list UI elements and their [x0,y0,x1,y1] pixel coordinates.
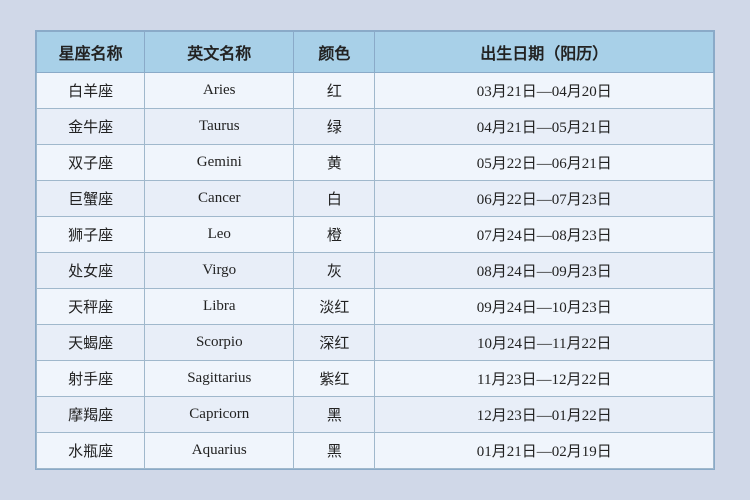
cell-en: Scorpio [145,325,294,361]
cell-zh: 摩羯座 [37,397,145,433]
cell-date: 10月24日—11月22日 [375,325,714,361]
header-color: 颜色 [294,32,375,73]
cell-date: 01月21日—02月19日 [375,433,714,469]
cell-zh: 射手座 [37,361,145,397]
cell-date: 11月23日—12月22日 [375,361,714,397]
cell-color: 白 [294,181,375,217]
cell-date: 09月24日—10月23日 [375,289,714,325]
header-zh: 星座名称 [37,32,145,73]
cell-color: 绿 [294,109,375,145]
cell-zh: 金牛座 [37,109,145,145]
table-row: 金牛座Taurus绿04月21日—05月21日 [37,109,714,145]
cell-color: 黑 [294,397,375,433]
cell-color: 紫红 [294,361,375,397]
cell-zh: 狮子座 [37,217,145,253]
zodiac-table: 星座名称 英文名称 颜色 出生日期（阳历） 白羊座Aries红03月21日—04… [36,31,714,469]
table-body: 白羊座Aries红03月21日—04月20日金牛座Taurus绿04月21日—0… [37,73,714,469]
table-row: 处女座Virgo灰08月24日—09月23日 [37,253,714,289]
cell-en: Libra [145,289,294,325]
cell-en: Aries [145,73,294,109]
table-row: 狮子座Leo橙07月24日—08月23日 [37,217,714,253]
cell-date: 08月24日—09月23日 [375,253,714,289]
cell-date: 05月22日—06月21日 [375,145,714,181]
cell-color: 橙 [294,217,375,253]
cell-en: Cancer [145,181,294,217]
cell-color: 淡红 [294,289,375,325]
cell-en: Virgo [145,253,294,289]
cell-zh: 双子座 [37,145,145,181]
cell-en: Leo [145,217,294,253]
table-row: 白羊座Aries红03月21日—04月20日 [37,73,714,109]
table-row: 天蝎座Scorpio深红10月24日—11月22日 [37,325,714,361]
cell-color: 深红 [294,325,375,361]
table-row: 水瓶座Aquarius黑01月21日—02月19日 [37,433,714,469]
header-date: 出生日期（阳历） [375,32,714,73]
cell-en: Taurus [145,109,294,145]
cell-color: 灰 [294,253,375,289]
table-row: 摩羯座Capricorn黑12月23日—01月22日 [37,397,714,433]
cell-zh: 巨蟹座 [37,181,145,217]
table-row: 巨蟹座Cancer白06月22日—07月23日 [37,181,714,217]
table-header-row: 星座名称 英文名称 颜色 出生日期（阳历） [37,32,714,73]
cell-color: 黄 [294,145,375,181]
cell-date: 07月24日—08月23日 [375,217,714,253]
zodiac-table-container: 星座名称 英文名称 颜色 出生日期（阳历） 白羊座Aries红03月21日—04… [35,30,715,470]
cell-en: Gemini [145,145,294,181]
table-row: 双子座Gemini黄05月22日—06月21日 [37,145,714,181]
table-row: 天秤座Libra淡红09月24日—10月23日 [37,289,714,325]
cell-zh: 天蝎座 [37,325,145,361]
cell-en: Capricorn [145,397,294,433]
cell-zh: 天秤座 [37,289,145,325]
cell-date: 12月23日—01月22日 [375,397,714,433]
cell-en: Sagittarius [145,361,294,397]
cell-en: Aquarius [145,433,294,469]
table-row: 射手座Sagittarius紫红11月23日—12月22日 [37,361,714,397]
cell-date: 06月22日—07月23日 [375,181,714,217]
cell-date: 03月21日—04月20日 [375,73,714,109]
cell-zh: 水瓶座 [37,433,145,469]
cell-color: 黑 [294,433,375,469]
cell-color: 红 [294,73,375,109]
header-en: 英文名称 [145,32,294,73]
cell-date: 04月21日—05月21日 [375,109,714,145]
cell-zh: 处女座 [37,253,145,289]
cell-zh: 白羊座 [37,73,145,109]
